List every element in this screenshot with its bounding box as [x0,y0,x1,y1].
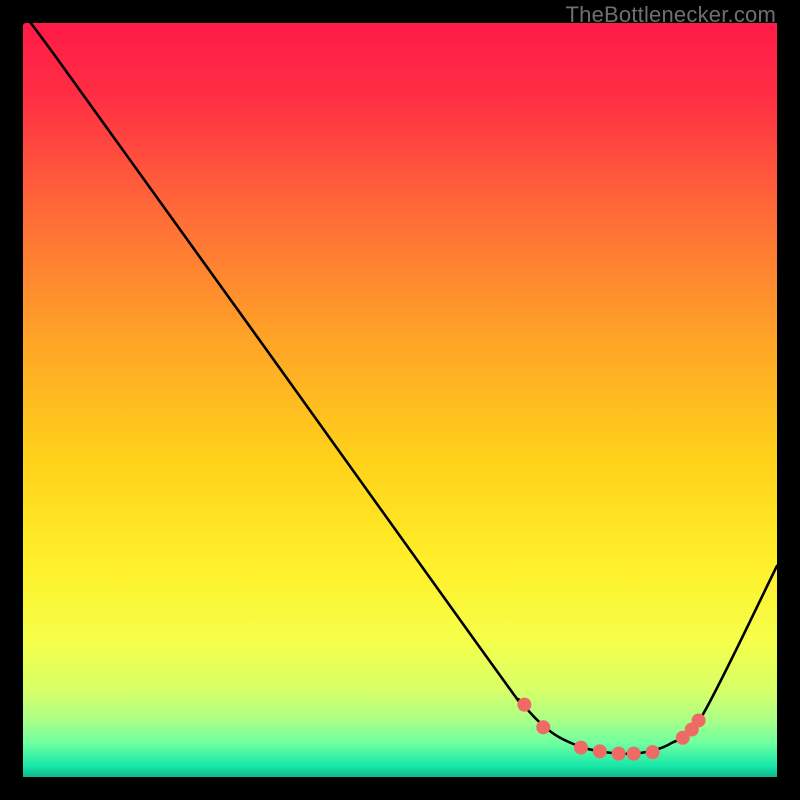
bottleneck-curve [23,23,777,754]
marker-point [593,744,607,758]
marker-point [574,741,588,755]
plot-area [23,23,777,777]
marker-point [627,747,641,761]
marker-point [646,745,660,759]
data-layer [23,23,777,777]
marker-point [692,713,706,727]
chart-container: TheBottlenecker.com [0,0,800,800]
marker-point [612,747,626,761]
marker-point [517,698,531,712]
marker-point [536,720,550,734]
highlighted-points [517,698,705,761]
